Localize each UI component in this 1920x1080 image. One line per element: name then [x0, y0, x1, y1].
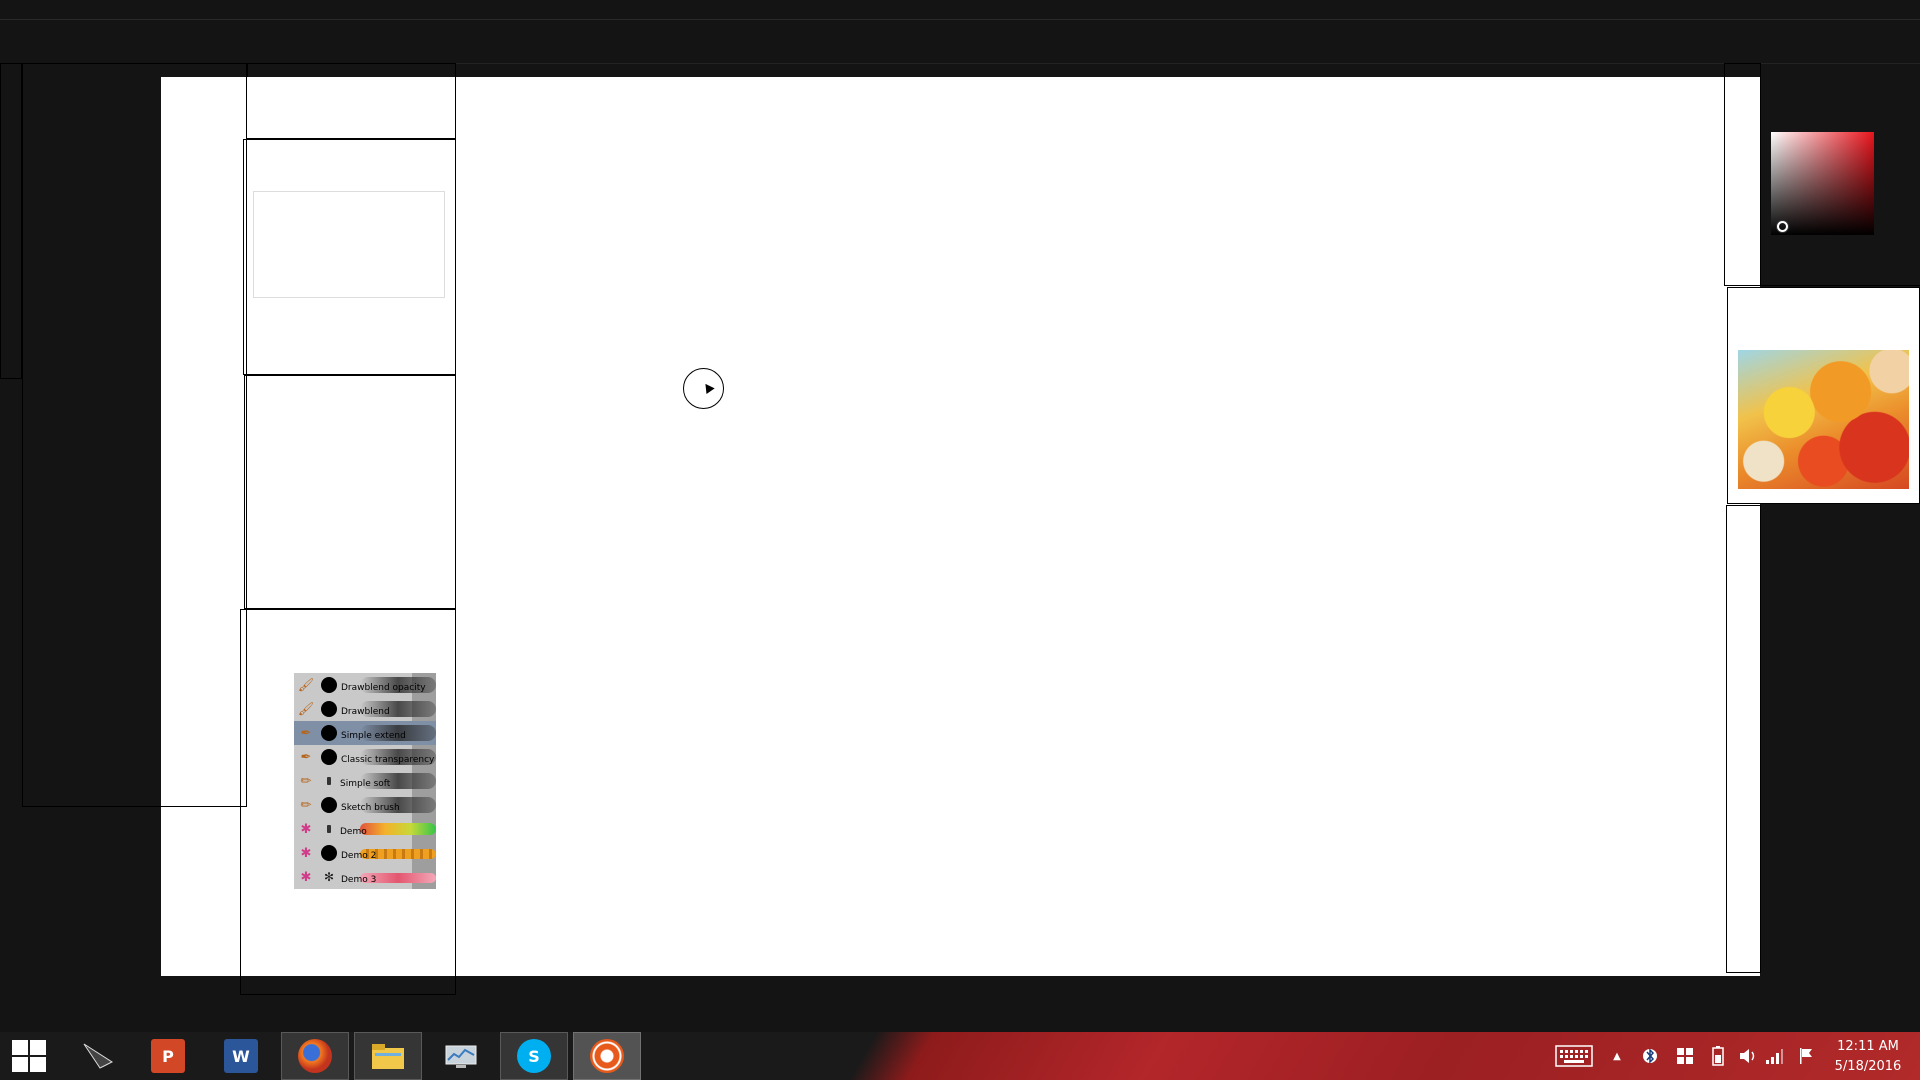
brush-preset-label: Simple soft: [340, 779, 391, 789]
left-dock-handle[interactable]: [0, 63, 22, 379]
taskbar-paint-app[interactable]: [573, 1032, 641, 1080]
powerpoint-glyph: P: [162, 1046, 174, 1066]
windows-logo-icon[interactable]: [12, 1040, 46, 1072]
powerpoint-icon: P: [151, 1039, 185, 1073]
taskbar-skype[interactable]: S: [500, 1032, 568, 1080]
brush-preset-label: Drawblend opacity: [341, 683, 426, 693]
right-panel-top: [1724, 63, 1761, 286]
brush-preset-item[interactable]: 🖌 Drawblend opacity: [294, 673, 436, 697]
keyboard-icon[interactable]: [1554, 1032, 1594, 1080]
navigator-thumbnail[interactable]: [1738, 350, 1909, 489]
volume-icon[interactable]: [1737, 1032, 1759, 1080]
brush-tip-icon: ✻: [323, 870, 335, 884]
brush-preset-item[interactable]: 🖌 Drawblend: [294, 697, 436, 721]
brush-tip-icon: [321, 749, 337, 765]
toolbox-panel: [161, 77, 247, 807]
star-icon: ✱: [300, 869, 312, 885]
brush-tip-icon: [321, 701, 337, 717]
action-center-flag-icon[interactable]: [1795, 1032, 1817, 1080]
pencil-icon: ✏: [300, 797, 312, 813]
brush-preset-label: Demo 3: [341, 875, 377, 885]
brush-tip-icon: [327, 777, 331, 785]
brush-preset-label: Demo 2: [341, 851, 377, 861]
brush-preset-item[interactable]: ✒ Classic transparency: [294, 745, 436, 769]
taskbar-firefox[interactable]: [281, 1032, 349, 1080]
brush-icon: 🖌: [297, 677, 315, 693]
brush-tip-icon: [321, 797, 337, 813]
brush-icon: 🖌: [297, 701, 315, 717]
taskbar-file-explorer[interactable]: [354, 1032, 422, 1080]
brush-preset-item[interactable]: ✏ Sketch brush: [294, 793, 436, 817]
pen-icon: ✒: [300, 749, 312, 765]
system-clock[interactable]: 12:11 AM 5/18/2016: [1822, 1037, 1914, 1077]
pen-nib-icon: [81, 1039, 115, 1073]
clock-time: 12:11 AM: [1837, 1039, 1899, 1054]
pencil-icon: ✏: [300, 773, 312, 789]
bluetooth-icon[interactable]: [1640, 1032, 1660, 1080]
taskbar-word[interactable]: W: [207, 1032, 275, 1080]
network-signal-icon[interactable]: [1763, 1032, 1785, 1080]
star-icon: ✱: [300, 845, 312, 861]
taskbar-powerpoint[interactable]: P: [134, 1032, 202, 1080]
brush-preset-label: Simple extend: [341, 731, 406, 741]
brush-stroke-preview: [360, 823, 436, 835]
battery-icon[interactable]: [1707, 1032, 1729, 1080]
folder-icon: [371, 1039, 405, 1073]
color-picker-square[interactable]: [1771, 132, 1874, 235]
brush-tip-icon: [321, 845, 337, 861]
brush-tip-icon: [321, 677, 337, 693]
brush-tip-icon: [321, 725, 337, 741]
word-icon: W: [224, 1039, 258, 1073]
windows-tray-icon[interactable]: [1674, 1032, 1696, 1080]
color-picker-handle[interactable]: [1777, 221, 1788, 232]
skype-glyph: S: [528, 1046, 540, 1066]
brush-preset-label: Drawblend: [341, 707, 390, 717]
firefox-icon: [298, 1039, 332, 1073]
pen-icon: ✒: [300, 725, 312, 741]
brush-preset-label: Classic transparency: [341, 755, 435, 765]
brush-preset-list: 🖌 Drawblend opacity 🖌 Drawblend ✒ Simple exte…: [294, 673, 436, 889]
brush-preset-item[interactable]: ✏ Simple soft: [294, 769, 436, 793]
desktop: 🖌 Drawblend opacity 🖌 Drawblend ✒ Simple exte…: [0, 0, 1920, 1080]
monitor-icon: [444, 1039, 478, 1073]
show-hidden-icons-chevron-icon[interactable]: ▲: [1608, 1032, 1626, 1080]
brush-preset-label: Sketch brush: [341, 803, 400, 813]
taskbar-resource-monitor[interactable]: [427, 1032, 495, 1080]
brush-preset-item[interactable]: ✒ Simple extend: [294, 721, 436, 745]
brush-preset-item[interactable]: ✱ Demo: [294, 817, 436, 841]
layer-preview[interactable]: [253, 191, 445, 298]
right-panel-bottom: [1726, 505, 1761, 973]
taskbar-inkscape[interactable]: [64, 1032, 132, 1080]
star-icon: ✱: [300, 821, 312, 837]
brush-preset-item[interactable]: ✱ ✻ Demo 3: [294, 865, 436, 889]
title-divider: [0, 19, 1920, 20]
properties-panel: [244, 375, 456, 609]
panel-top: [246, 63, 456, 139]
skype-icon: S: [517, 1039, 551, 1073]
brush-tip-icon: [327, 825, 331, 833]
clock-date: 5/18/2016: [1834, 1059, 1902, 1074]
paint-app-icon: [590, 1039, 624, 1073]
brush-preset-item[interactable]: ✱ Demo 2: [294, 841, 436, 865]
brush-preset-label: Demo: [340, 827, 367, 837]
word-glyph: W: [232, 1046, 250, 1066]
